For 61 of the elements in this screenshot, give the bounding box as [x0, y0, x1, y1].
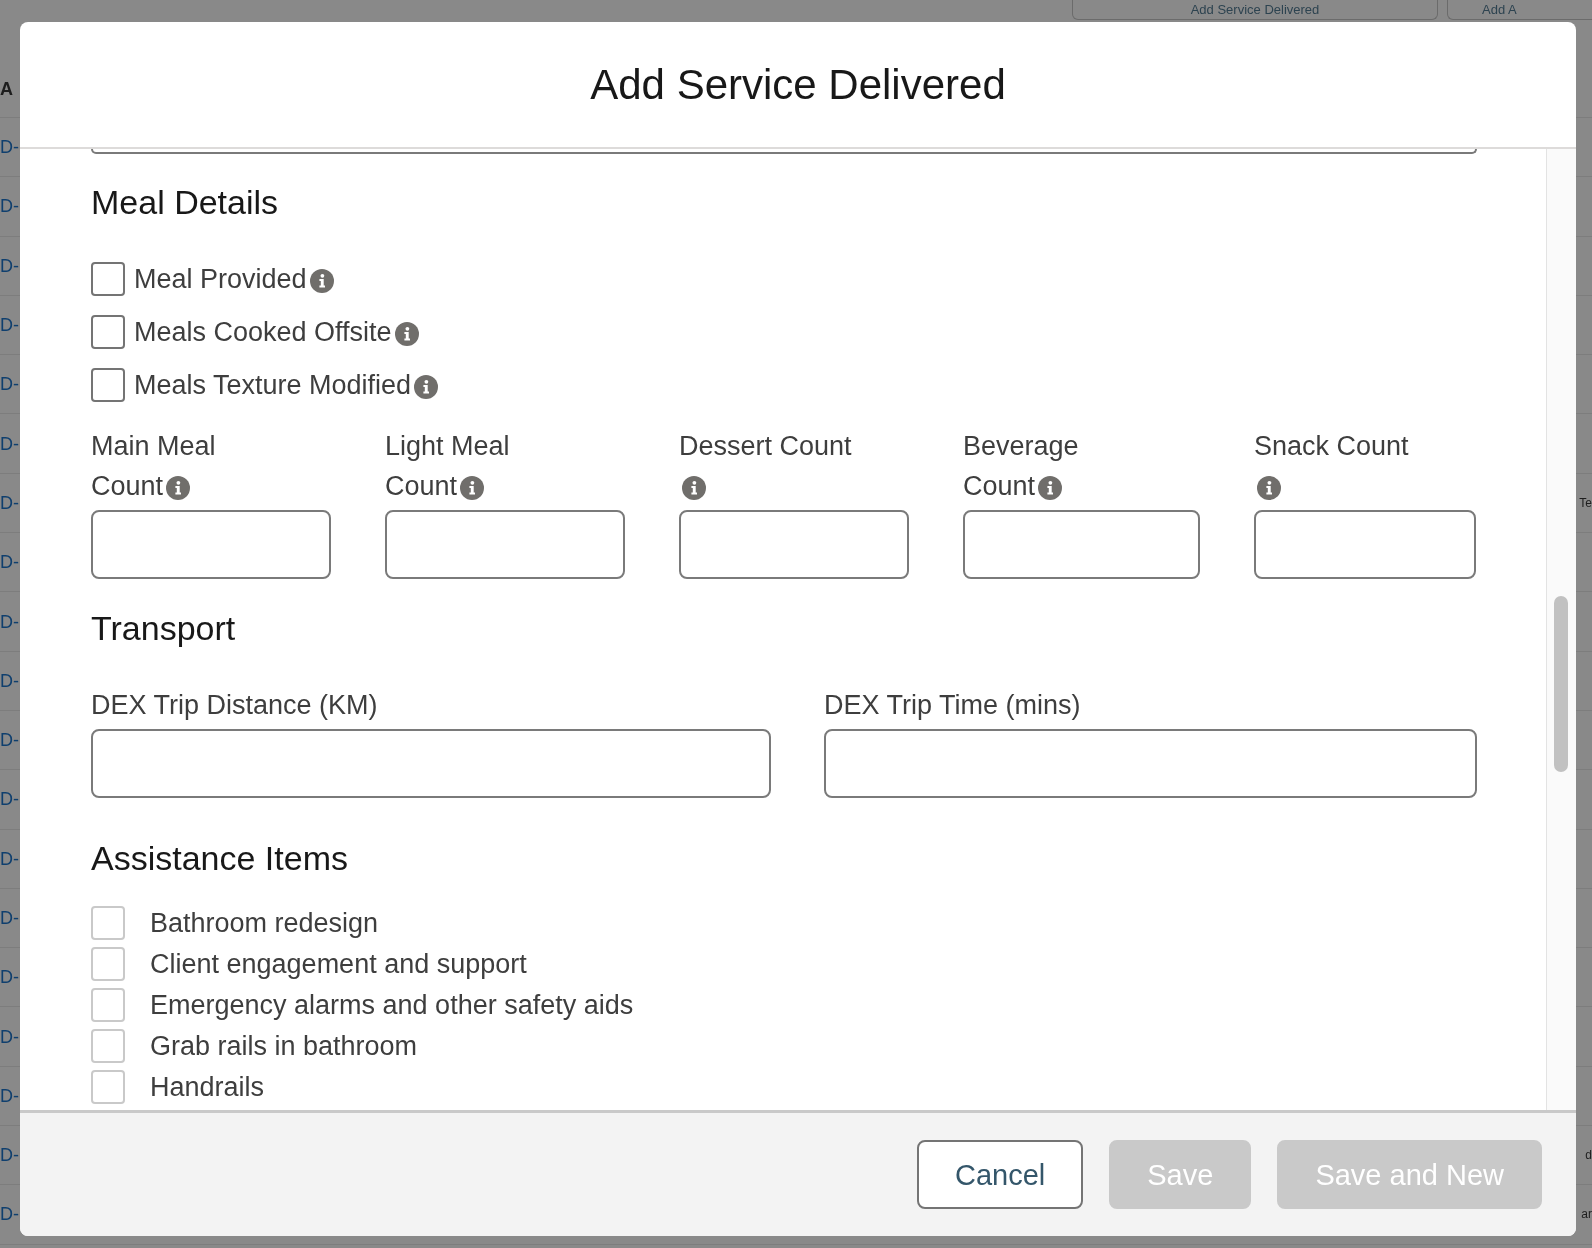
checkbox[interactable] — [91, 314, 125, 349]
column-header: A — [0, 77, 13, 100]
table-link[interactable]: D- — [0, 195, 19, 218]
table-link[interactable]: D- — [0, 136, 19, 159]
table-link[interactable]: D- — [0, 1025, 19, 1048]
table-cell: d — [1585, 1147, 1592, 1164]
input-field[interactable] — [963, 510, 1200, 579]
checkbox[interactable] — [91, 987, 125, 1022]
table-link[interactable]: D- — [0, 729, 19, 752]
table-link[interactable]: D- — [0, 491, 19, 514]
input-field[interactable] — [91, 729, 771, 798]
checkbox-label: Grab rails in bathroom — [150, 1029, 418, 1063]
checkbox-label: Meals Cooked Offsite — [134, 316, 392, 347]
table-link[interactable]: D- — [0, 551, 19, 574]
table-link[interactable]: D- — [0, 907, 19, 929]
checkbox-label: Meal Provided — [134, 263, 307, 294]
checkbox-label: Bathroom redesign — [150, 906, 379, 940]
table-link[interactable]: D- — [0, 314, 19, 337]
input-field[interactable] — [824, 729, 1477, 798]
table-link[interactable]: D- — [0, 966, 19, 989]
toolbar-button[interactable]: Add A — [1447, 0, 1592, 20]
checkbox-label: Meals Texture Modified — [134, 369, 412, 400]
checkbox[interactable] — [91, 1028, 125, 1063]
field-label: Dessert Count — [679, 431, 852, 461]
checkbox[interactable] — [91, 261, 125, 296]
table-link[interactable]: D- — [0, 1084, 19, 1107]
section-title: Assistance Items — [91, 838, 348, 878]
table-link[interactable]: D- — [0, 669, 19, 692]
section-title: Transport — [91, 608, 236, 648]
section-title: Meal Details — [91, 182, 279, 222]
table-cell: ar — [1581, 1206, 1592, 1223]
table-link[interactable]: D- — [0, 610, 19, 633]
field-label: Main Meal Count — [91, 431, 216, 501]
table-link[interactable]: D- — [0, 788, 19, 811]
field-label: Snack Count — [1254, 431, 1409, 461]
checkbox[interactable] — [91, 905, 125, 940]
footer-button[interactable]: Cancel — [917, 1140, 1084, 1209]
field-label: DEX Trip Time (mins) — [824, 690, 1081, 720]
checkbox[interactable] — [91, 946, 125, 981]
checkbox-label: Emergency alarms and other safety aids — [150, 988, 634, 1022]
checkbox[interactable] — [91, 367, 125, 402]
input-field[interactable] — [679, 510, 909, 579]
field-label: DEX Trip Distance (KM) — [91, 690, 378, 720]
table-link[interactable]: D- — [0, 373, 19, 396]
table-link[interactable]: D- — [0, 1203, 19, 1226]
field-label: Light Meal Count — [385, 431, 510, 501]
field-label: Beverage Count — [963, 431, 1079, 501]
table-link[interactable]: D- — [0, 1144, 19, 1167]
checkbox-label: Client engagement and support — [150, 947, 527, 981]
table-link[interactable]: D- — [0, 432, 19, 455]
scrollbar-thumb[interactable] — [1554, 596, 1568, 772]
input-field[interactable] — [1254, 510, 1476, 579]
input-field[interactable] — [385, 510, 625, 579]
table-cell: Te — [1579, 494, 1592, 511]
table-link[interactable]: D- — [0, 847, 19, 870]
modal-title: Add Service Delivered — [590, 59, 1006, 110]
checkbox[interactable] — [91, 1069, 125, 1104]
toolbar-button[interactable]: Add Service Delivered — [1072, 0, 1438, 20]
checkbox-label: Handrails — [150, 1070, 265, 1104]
table-link[interactable]: D- — [0, 254, 19, 277]
input-field[interactable] — [91, 510, 331, 579]
